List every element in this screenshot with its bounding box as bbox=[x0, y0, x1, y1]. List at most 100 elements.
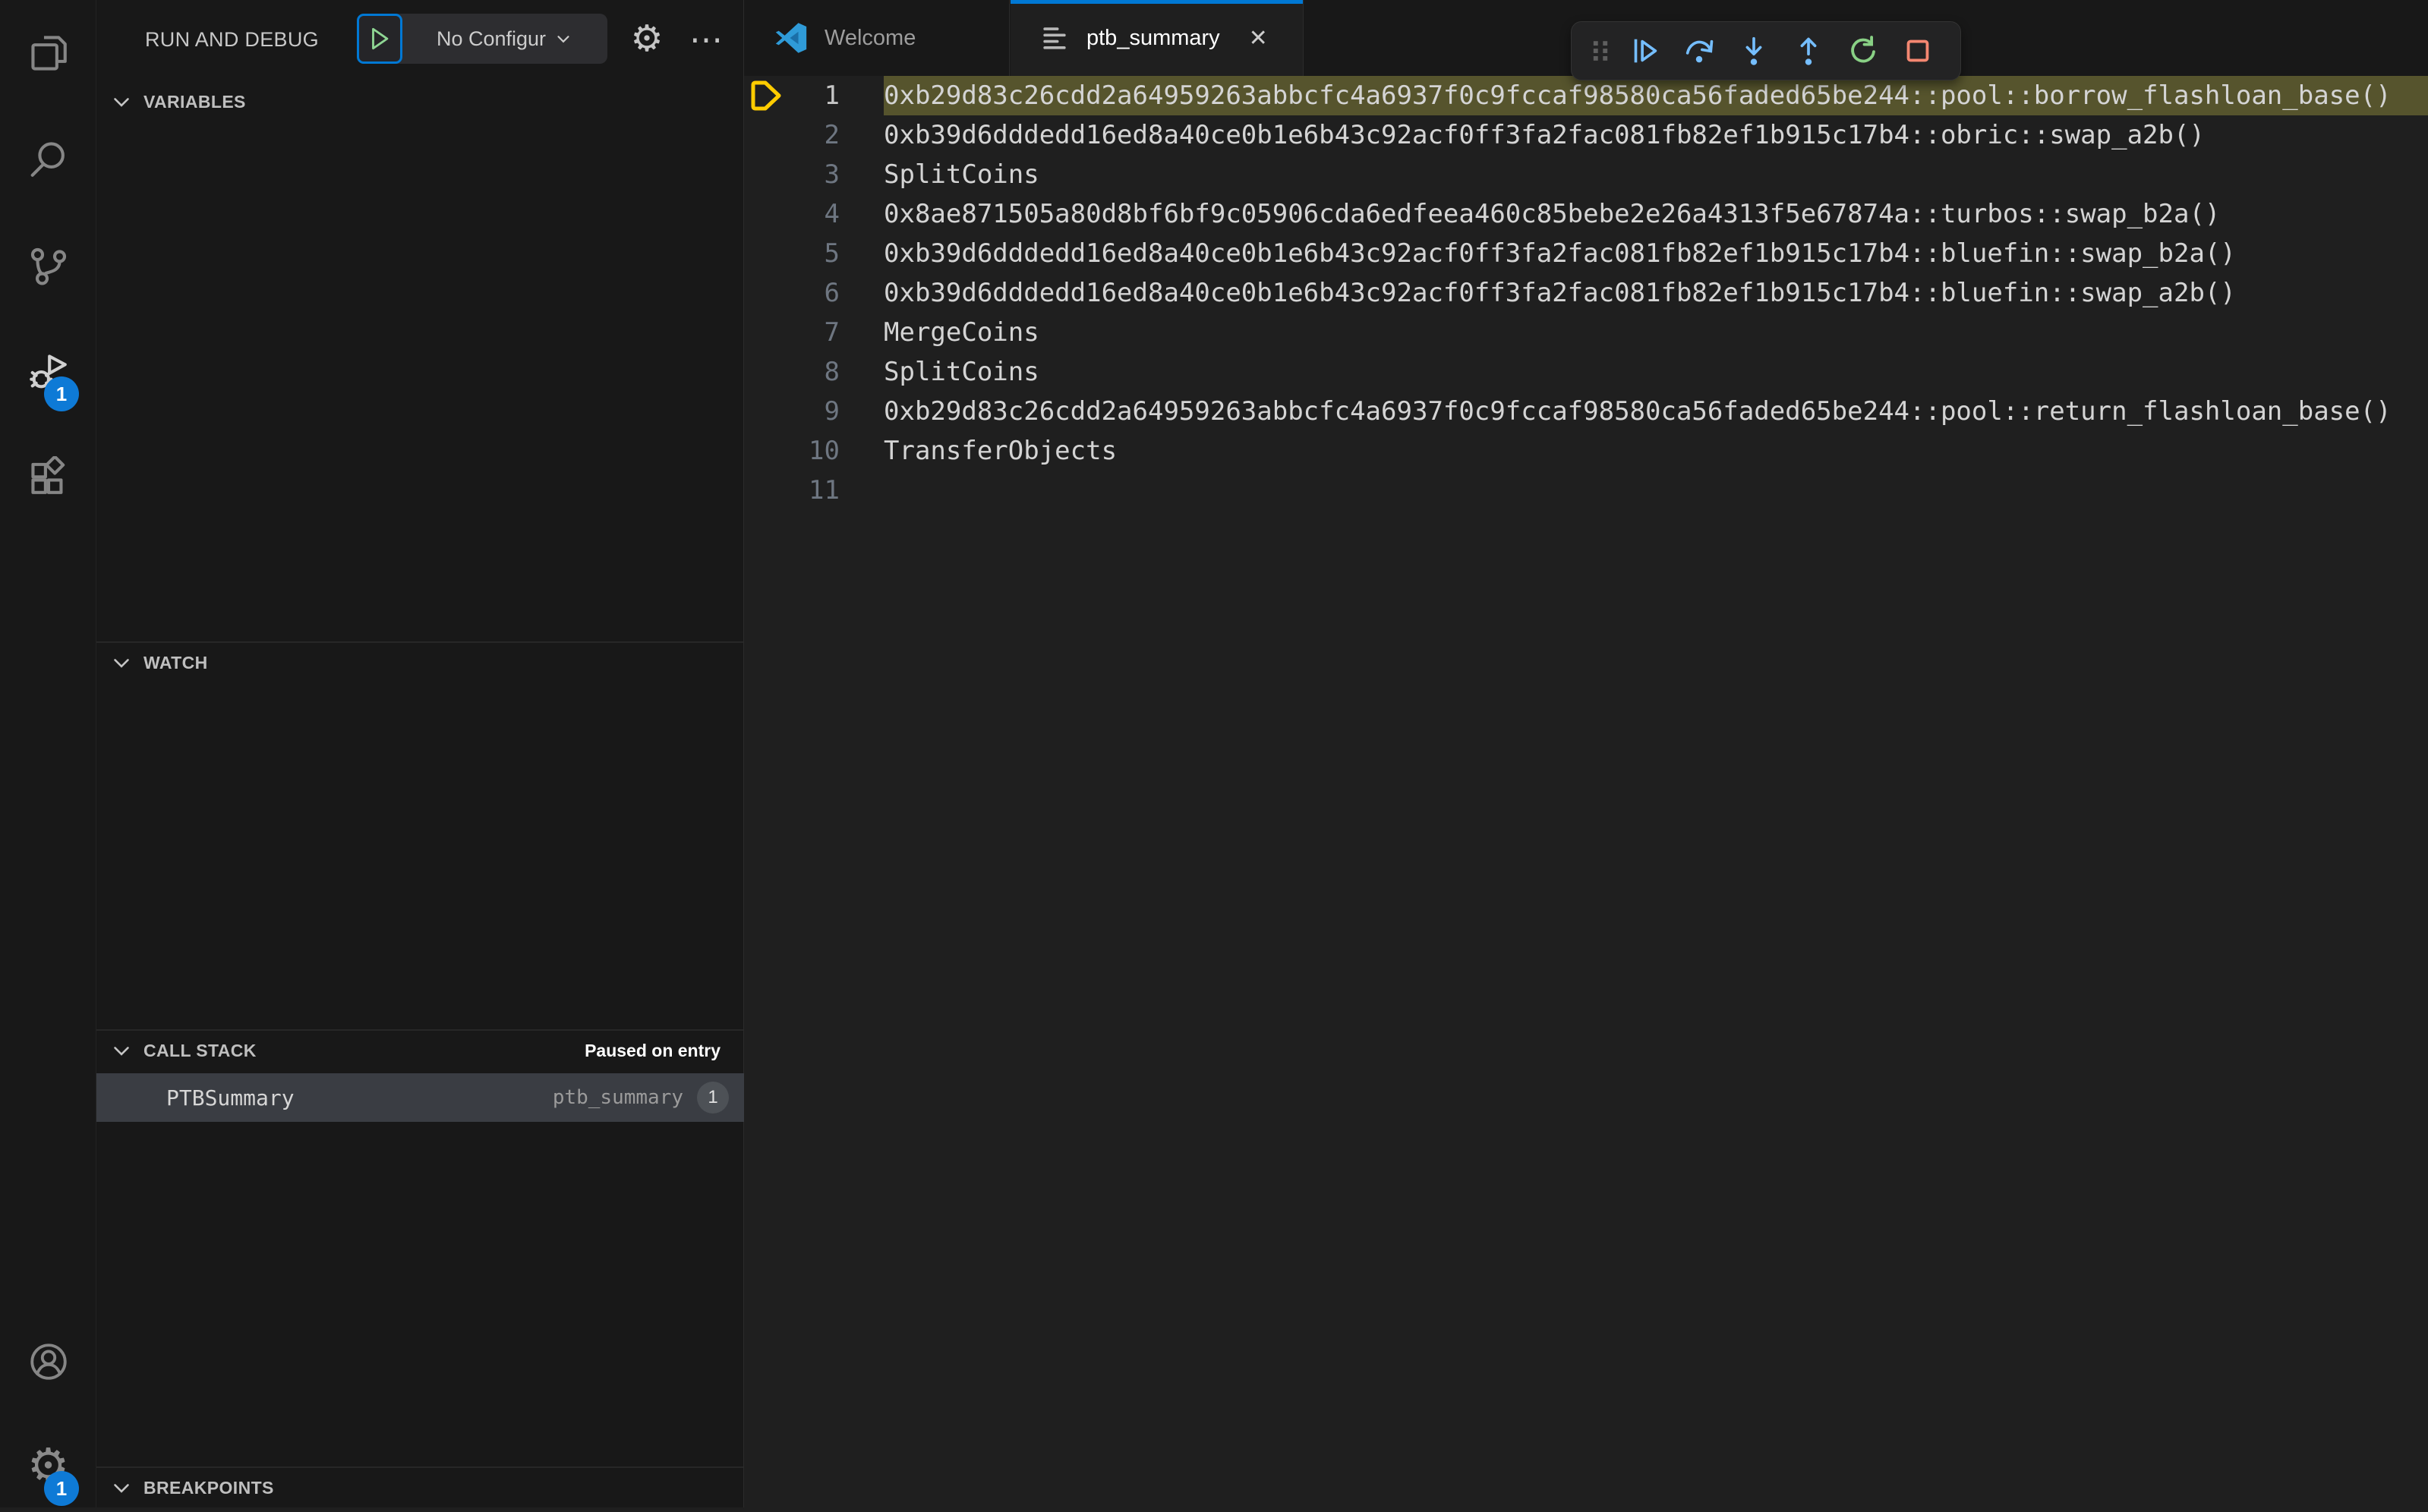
debug-config-dropdown[interactable]: No Configur bbox=[357, 14, 607, 64]
step-into-button[interactable] bbox=[1726, 21, 1781, 80]
step-out-button[interactable] bbox=[1781, 21, 1836, 80]
variables-section-header[interactable]: VARIABLES bbox=[96, 82, 743, 121]
chevron-down-icon bbox=[557, 36, 569, 43]
line-number: 8 bbox=[824, 357, 840, 387]
close-icon[interactable]: ✕ bbox=[1249, 25, 1268, 52]
editor-line[interactable]: 4 0x8ae871505a80d8bf6bf9c05906cda6edfeea4… bbox=[744, 194, 2428, 234]
account-button[interactable] bbox=[0, 1316, 96, 1407]
play-icon bbox=[372, 27, 389, 50]
breakpoint-gutter[interactable] bbox=[744, 471, 788, 510]
editor-line[interactable]: 9 0xb29d83c26cdd2a64959263abbcfc4a6937f0c… bbox=[744, 392, 2428, 431]
paused-status-text: Paused on entry bbox=[585, 1040, 721, 1060]
frame-badge: 1 bbox=[697, 1082, 729, 1114]
editor-line[interactable]: 10 TransferObjects bbox=[744, 431, 2428, 471]
watch-section-header[interactable]: WATCH bbox=[96, 643, 743, 682]
tab-label: ptb_summary bbox=[1086, 25, 1220, 50]
line-number: 1 bbox=[824, 80, 840, 111]
breakpoints-section-header[interactable]: BREAKPOINTS bbox=[96, 1468, 743, 1507]
source-control-icon bbox=[30, 247, 66, 285]
breakpoint-gutter[interactable] bbox=[744, 352, 788, 392]
breakpoint-gutter[interactable] bbox=[744, 76, 788, 115]
tab-label: Welcome bbox=[825, 25, 916, 50]
step-over-button[interactable] bbox=[1672, 21, 1726, 80]
gutter-gap bbox=[840, 313, 884, 352]
extensions-icon bbox=[30, 456, 65, 494]
settings-button[interactable]: ⚙ 1 bbox=[0, 1421, 96, 1512]
breakpoints-section: BREAKPOINTS bbox=[96, 1466, 743, 1507]
breakpoint-gutter[interactable] bbox=[744, 155, 788, 194]
editor-line[interactable]: 6 0xb39d6dddedd16ed8a40ce0b1e6b43c92acf0f… bbox=[744, 273, 2428, 313]
continue-button[interactable] bbox=[1617, 21, 1672, 80]
breakpoint-gutter[interactable] bbox=[744, 273, 788, 313]
sidebar-title: RUN AND DEBUG bbox=[145, 27, 319, 51]
breakpoint-gutter[interactable] bbox=[744, 431, 788, 471]
debug-settings-button[interactable]: ⚙ bbox=[620, 0, 673, 79]
line-number: 5 bbox=[824, 238, 840, 269]
debug-badge: 1 bbox=[44, 376, 79, 411]
line-number: 3 bbox=[824, 159, 840, 190]
sidebar-item-source-control[interactable] bbox=[0, 220, 96, 311]
vscode-logo-icon bbox=[775, 23, 807, 53]
toolbar-drag-handle[interactable] bbox=[1584, 21, 1617, 80]
section-label: VARIABLES bbox=[143, 91, 246, 112]
line-text bbox=[884, 471, 2428, 510]
file-lines-icon bbox=[1043, 27, 1066, 49]
debug-toolbar bbox=[1571, 21, 1961, 80]
gutter-gap bbox=[840, 392, 884, 431]
editor-line[interactable]: 2 0xb39d6dddedd16ed8a40ce0b1e6b43c92acf0f… bbox=[744, 115, 2428, 155]
editor-line[interactable]: 8 SplitCoins bbox=[744, 352, 2428, 392]
line-text: SplitCoins bbox=[884, 357, 1039, 387]
editor-line[interactable]: 3 SplitCoins bbox=[744, 155, 2428, 194]
drag-dots-icon bbox=[1593, 41, 1608, 61]
sidebar-item-extensions[interactable] bbox=[0, 433, 96, 524]
search-icon bbox=[30, 142, 65, 177]
gutter-gap bbox=[840, 431, 884, 471]
more-actions-button[interactable]: ⋯ bbox=[680, 0, 733, 79]
editor-line[interactable]: 11 bbox=[744, 471, 2428, 510]
line-text: 0xb29d83c26cdd2a64959263abbcfc4a6937f0c9… bbox=[884, 76, 2428, 115]
breakpoint-gutter[interactable] bbox=[744, 313, 788, 352]
gutter-gap bbox=[840, 471, 884, 510]
gutter-gap bbox=[840, 155, 884, 194]
sidebar-item-search[interactable] bbox=[0, 114, 96, 205]
editor-line[interactable]: 5 0xb39d6dddedd16ed8a40ce0b1e6b43c92acf0f… bbox=[744, 234, 2428, 273]
restart-icon bbox=[1851, 36, 1875, 63]
editor-line[interactable]: 7 MergeCoins bbox=[744, 313, 2428, 352]
line-text: MergeCoins bbox=[884, 317, 1039, 348]
tab-ptb-summary[interactable]: ptb_summary ✕ bbox=[1011, 0, 1304, 76]
tab-welcome[interactable]: Welcome bbox=[744, 0, 1010, 76]
chevron-down-icon bbox=[114, 659, 129, 668]
gutter-gap bbox=[840, 76, 884, 115]
breakpoint-gutter[interactable] bbox=[744, 234, 788, 273]
line-number: 2 bbox=[824, 120, 840, 150]
call-stack-frame-row[interactable]: PTBSummary ptb_summary 1 bbox=[96, 1073, 744, 1122]
sidebar-item-run-and-debug[interactable]: 1 bbox=[0, 326, 96, 417]
editor-line[interactable]: 1 0xb29d83c26cdd2a64959263abbcfc4a6937f0c… bbox=[744, 76, 2428, 115]
call-stack-section: CALL STACK Paused on entry PTBSummary pt… bbox=[96, 1029, 744, 1466]
stop-button[interactable] bbox=[1890, 21, 1945, 80]
restart-button[interactable] bbox=[1836, 21, 1890, 80]
frame-source: ptb_summary bbox=[552, 1086, 683, 1109]
line-number: 4 bbox=[824, 199, 840, 229]
step-over-icon bbox=[1685, 39, 1714, 63]
breakpoint-gutter[interactable] bbox=[744, 194, 788, 234]
line-number: 9 bbox=[824, 396, 840, 427]
gutter-gap bbox=[840, 194, 884, 234]
call-stack-section-header[interactable]: CALL STACK Paused on entry bbox=[96, 1031, 743, 1070]
line-text: TransferObjects bbox=[884, 436, 1118, 466]
line-text: 0xb39d6dddedd16ed8a40ce0b1e6b43c92acf0ff… bbox=[884, 120, 2205, 150]
line-number: 6 bbox=[824, 278, 840, 308]
section-label: WATCH bbox=[143, 652, 208, 673]
files-icon bbox=[30, 36, 67, 71]
breakpoint-gutter[interactable] bbox=[744, 115, 788, 155]
line-text: SplitCoins bbox=[884, 159, 1039, 190]
gutter-gap bbox=[840, 234, 884, 273]
sidebar-header: RUN AND DEBUG No Configur ⚙ ⋯ bbox=[96, 0, 743, 79]
variables-section: VARIABLES bbox=[96, 82, 743, 641]
code-editor: 1 0xb29d83c26cdd2a64959263abbcfc4a6937f0c… bbox=[744, 76, 2428, 1507]
sidebar-item-explorer[interactable] bbox=[0, 8, 96, 99]
breakpoint-gutter[interactable] bbox=[744, 392, 788, 431]
start-debug-button[interactable] bbox=[357, 14, 402, 64]
current-line-arrow-icon bbox=[751, 80, 781, 111]
vscode-window: 1 ⚙ 1 RUN AND DEBUG No Configur ⚙ ⋯ VARI… bbox=[0, 0, 2428, 1507]
